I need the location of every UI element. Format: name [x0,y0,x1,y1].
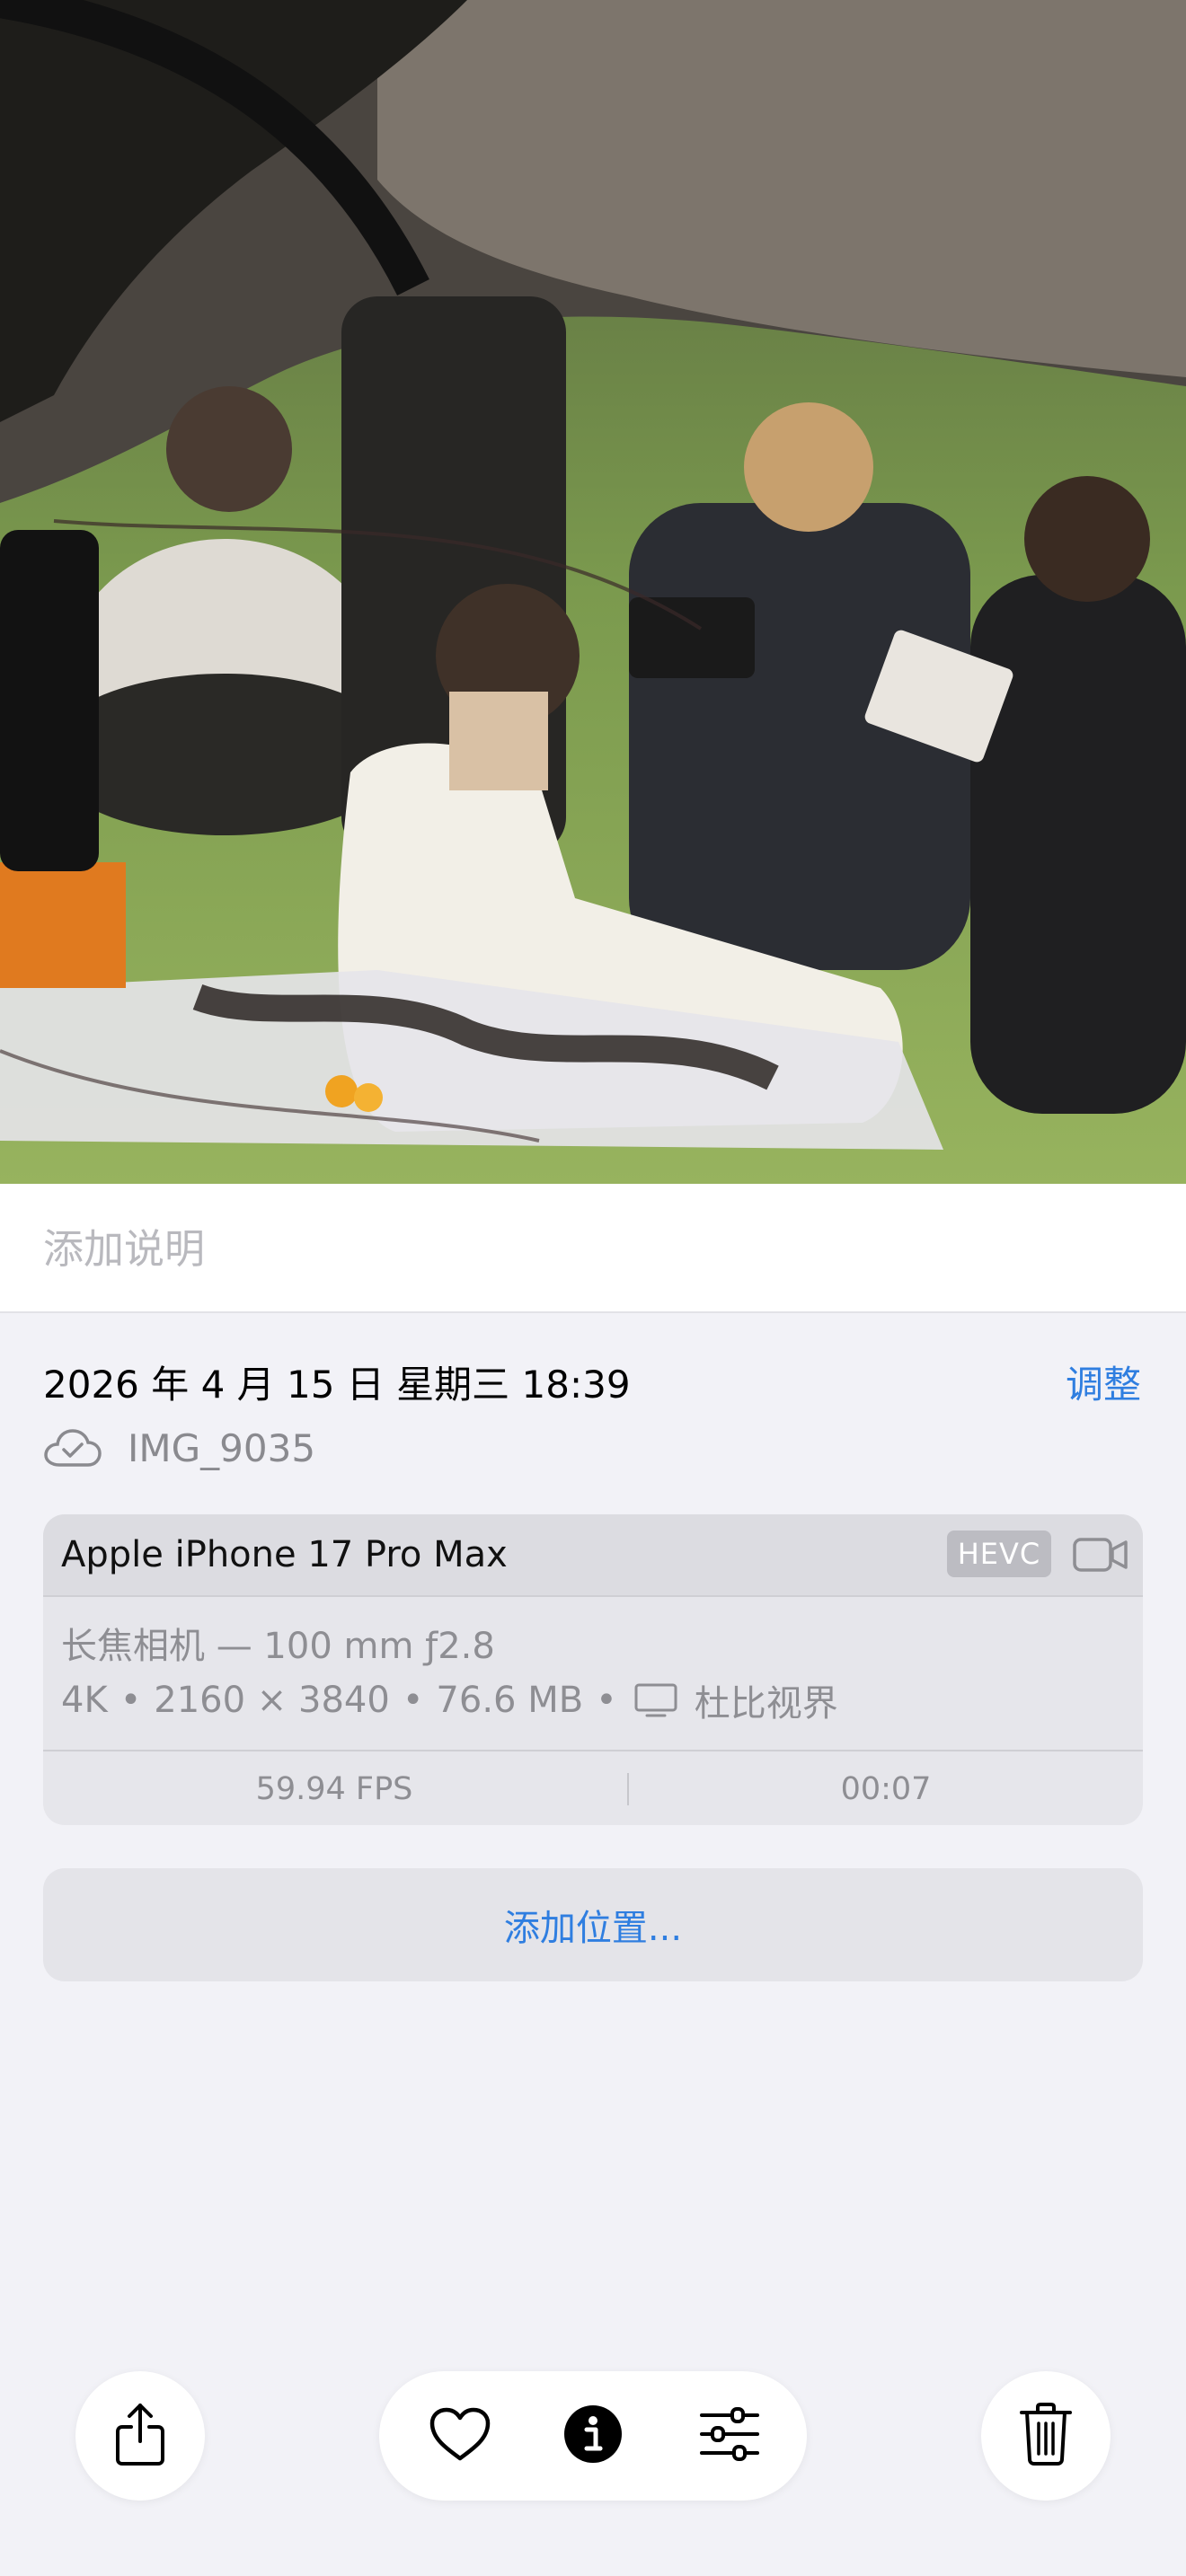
photo-preview[interactable] [0,0,1186,1184]
metadata-card-header: Apple iPhone 17 Pro Max HEVC [43,1514,1143,1597]
device-name: Apple iPhone 17 Pro Max [61,1534,508,1575]
file-size-label: 76.6 MB [436,1680,584,1721]
frame-rate: 59.94 FPS [255,1771,413,1807]
favorite-button[interactable] [406,2371,514,2501]
icloud-check-icon [43,1427,102,1469]
resolution-label: 4K [61,1680,108,1721]
video-camera-icon [1073,1536,1128,1574]
capture-datetime: 2026 年 4 月 15 日 星期三 18:39 [43,1363,631,1407]
sliders-icon [698,2406,761,2466]
metadata-card: Apple iPhone 17 Pro Max HEVC 长焦相机 — 100 … [43,1514,1143,1825]
codec-badge: HEVC [947,1531,1051,1577]
photo-actions-bar [379,2371,807,2501]
hdr-format-label: 杜比视界 [694,1683,838,1725]
share-icon [113,2402,167,2470]
adjust-datetime-button[interactable]: 调整 [1066,1354,1141,1409]
filename-row: IMG_9035 [43,1421,315,1475]
filename: IMG_9035 [128,1425,316,1470]
delete-button[interactable] [981,2371,1111,2501]
photo-content [0,0,1186,1184]
metadata-card-footer: 59.94 FPS 00:07 [43,1750,1143,1825]
caption-section [0,1184,1186,1313]
display-icon [633,1682,678,1718]
dimensions-label: 2160 × 3840 [154,1680,390,1721]
trash-icon [1019,2402,1073,2470]
add-location-button[interactable]: 添加位置... [43,1868,1143,1981]
separator: • [119,1680,142,1721]
heart-icon [429,2406,491,2466]
edit-button[interactable] [676,2371,783,2501]
video-specs: 4K • 2160 × 3840 • 76.6 MB • 杜比视界 [61,1674,838,1726]
caption-input[interactable] [43,1220,1121,1277]
separator: • [402,1680,424,1721]
share-button[interactable] [75,2371,205,2501]
lens-info: 长焦相机 — 100 mm ƒ2.8 [61,1626,495,1667]
video-duration: 00:07 [840,1771,932,1807]
info-filled-icon [562,2404,624,2468]
separator: • [596,1680,617,1721]
info-button[interactable] [539,2371,647,2501]
